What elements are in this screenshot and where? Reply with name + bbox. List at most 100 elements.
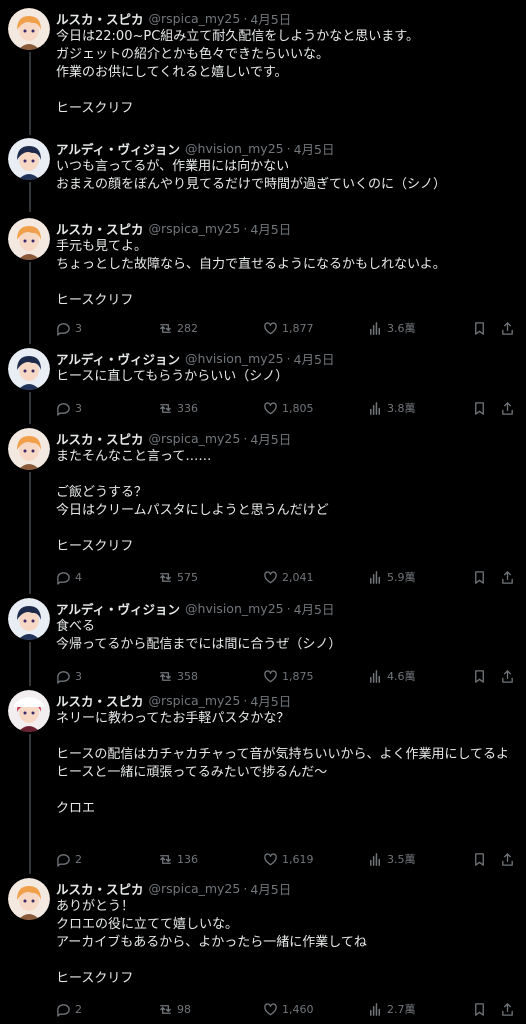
retweet-icon bbox=[160, 403, 171, 413]
retweet-count: 136 bbox=[177, 852, 198, 866]
display-name[interactable]: アルディ・ヴィジョン bbox=[56, 139, 180, 158]
avatar[interactable] bbox=[8, 8, 50, 50]
views-button[interactable]: 5.9萬 bbox=[368, 567, 416, 587]
user-handle[interactable]: @rspica_my25 bbox=[149, 693, 241, 708]
thread-line bbox=[29, 642, 31, 686]
views-button[interactable]: 4.6萬 bbox=[368, 666, 416, 686]
retweet-button[interactable]: 282 bbox=[158, 318, 198, 338]
like-count: 1,619 bbox=[282, 852, 314, 866]
reply-count: 2 bbox=[75, 852, 82, 866]
share-button[interactable] bbox=[500, 567, 519, 587]
tweet-date[interactable]: 4月5日 bbox=[294, 349, 335, 368]
share-button[interactable] bbox=[500, 318, 519, 338]
user-handle[interactable]: @hvision_my25 bbox=[185, 351, 284, 366]
reply-count: 2 bbox=[75, 1002, 82, 1016]
bookmark-button[interactable] bbox=[472, 567, 491, 587]
avatar[interactable] bbox=[8, 138, 50, 180]
reply-button[interactable]: 3 bbox=[56, 666, 82, 686]
retweet-button[interactable]: 336 bbox=[158, 398, 198, 418]
views-icon bbox=[370, 669, 380, 683]
reply-button[interactable]: 4 bbox=[56, 567, 82, 587]
bookmark-icon bbox=[475, 570, 484, 584]
share-icon bbox=[502, 401, 513, 415]
user-handle[interactable]: @rspica_my25 bbox=[149, 11, 241, 26]
tweet-date[interactable]: 4月5日 bbox=[250, 429, 291, 448]
display-name[interactable]: ルスカ・スピカ bbox=[56, 219, 144, 238]
display-name[interactable]: アルディ・ヴィジョン bbox=[56, 349, 180, 368]
bookmark-button[interactable] bbox=[472, 849, 491, 869]
tweet-text: いつも言ってるが、作業用には向かない おまえの顔をぼんやり見てるだけで時間が過ぎ… bbox=[56, 159, 447, 192]
retweet-button[interactable]: 136 bbox=[158, 849, 198, 869]
display-name[interactable]: ルスカ・スピカ bbox=[56, 9, 144, 28]
user-handle[interactable]: @hvision_my25 bbox=[185, 601, 284, 616]
thread-line bbox=[29, 734, 31, 874]
avatar[interactable] bbox=[8, 218, 50, 260]
user-handle[interactable]: @rspica_my25 bbox=[149, 431, 241, 446]
reply-icon bbox=[57, 322, 70, 336]
tweet-date[interactable]: 4月5日 bbox=[294, 599, 335, 618]
reply-icon bbox=[57, 1003, 70, 1017]
bookmark-icon bbox=[475, 401, 484, 415]
tweet-date[interactable]: 4月5日 bbox=[250, 691, 291, 710]
reply-count: 4 bbox=[75, 570, 82, 584]
bookmark-button[interactable] bbox=[472, 398, 491, 418]
user-handle[interactable]: @rspica_my25 bbox=[149, 221, 241, 236]
reply-button[interactable]: 2 bbox=[56, 849, 82, 869]
like-button[interactable]: 1,877 bbox=[263, 318, 314, 338]
avatar[interactable] bbox=[8, 690, 50, 732]
views-icon bbox=[370, 570, 380, 584]
bookmark-button[interactable] bbox=[472, 999, 491, 1019]
retweet-icon bbox=[160, 854, 171, 864]
like-button[interactable]: 1,619 bbox=[263, 849, 314, 869]
avatar[interactable] bbox=[8, 878, 50, 920]
separator-dot: · bbox=[243, 692, 248, 708]
view-count: 3.6萬 bbox=[387, 322, 416, 335]
tweet-actions: 2 98 1,460 2.7萬 bbox=[56, 999, 516, 1019]
tweet-actions: 3 282 1,877 3.6萬 bbox=[56, 318, 516, 338]
views-button[interactable]: 2.7萬 bbox=[368, 999, 416, 1019]
avatar[interactable] bbox=[8, 428, 50, 470]
retweet-button[interactable]: 575 bbox=[158, 567, 198, 587]
tweet-text: ネリーに教わってたお手軽パスタかな？ ヒースの配信はカチャカチャって音が気持ちい… bbox=[56, 711, 510, 816]
like-button[interactable]: 2,041 bbox=[263, 567, 314, 587]
thread-line bbox=[29, 392, 31, 424]
display-name[interactable]: ルスカ・スピカ bbox=[56, 879, 144, 898]
display-name[interactable]: ルスカ・スピカ bbox=[56, 429, 144, 448]
share-button[interactable] bbox=[500, 849, 519, 869]
tweet-date[interactable]: 4月5日 bbox=[250, 879, 291, 898]
heart-icon bbox=[264, 401, 277, 414]
like-button[interactable]: 1,805 bbox=[263, 398, 314, 418]
like-count: 1,877 bbox=[282, 321, 314, 335]
share-button[interactable] bbox=[500, 999, 519, 1019]
bookmark-button[interactable] bbox=[472, 318, 491, 338]
reply-button[interactable]: 3 bbox=[56, 398, 82, 418]
views-button[interactable]: 3.6萬 bbox=[368, 318, 416, 338]
like-count: 1,805 bbox=[282, 401, 314, 415]
avatar[interactable] bbox=[8, 348, 50, 390]
reply-button[interactable]: 3 bbox=[56, 318, 82, 338]
views-button[interactable]: 3.5萬 bbox=[368, 849, 416, 869]
share-button[interactable] bbox=[500, 666, 519, 686]
view-count: 2.7萬 bbox=[387, 1003, 416, 1016]
tweet-date[interactable]: 4月5日 bbox=[294, 139, 335, 158]
retweet-button[interactable]: 98 bbox=[158, 999, 191, 1019]
retweet-icon bbox=[160, 323, 171, 333]
avatar[interactable] bbox=[8, 598, 50, 640]
retweet-button[interactable]: 358 bbox=[158, 666, 198, 686]
tweet-header: ルスカ・スピカ @rspica_my25 · 4月5日 bbox=[56, 218, 291, 238]
like-button[interactable]: 1,875 bbox=[263, 666, 314, 686]
bookmark-button[interactable] bbox=[472, 666, 491, 686]
user-handle[interactable]: @hvision_my25 bbox=[185, 141, 284, 156]
tweet-date[interactable]: 4月5日 bbox=[250, 219, 291, 238]
like-button[interactable]: 1,460 bbox=[263, 999, 314, 1019]
share-button[interactable] bbox=[500, 398, 519, 418]
like-count: 1,875 bbox=[282, 669, 314, 683]
views-button[interactable]: 3.8萬 bbox=[368, 398, 416, 418]
tweet-date[interactable]: 4月5日 bbox=[250, 9, 291, 28]
views-icon bbox=[370, 852, 380, 866]
display-name[interactable]: ルスカ・スピカ bbox=[56, 691, 144, 710]
reply-button[interactable]: 2 bbox=[56, 999, 82, 1019]
view-count: 3.5萬 bbox=[387, 853, 416, 866]
user-handle[interactable]: @rspica_my25 bbox=[149, 881, 241, 896]
display-name[interactable]: アルディ・ヴィジョン bbox=[56, 599, 180, 618]
